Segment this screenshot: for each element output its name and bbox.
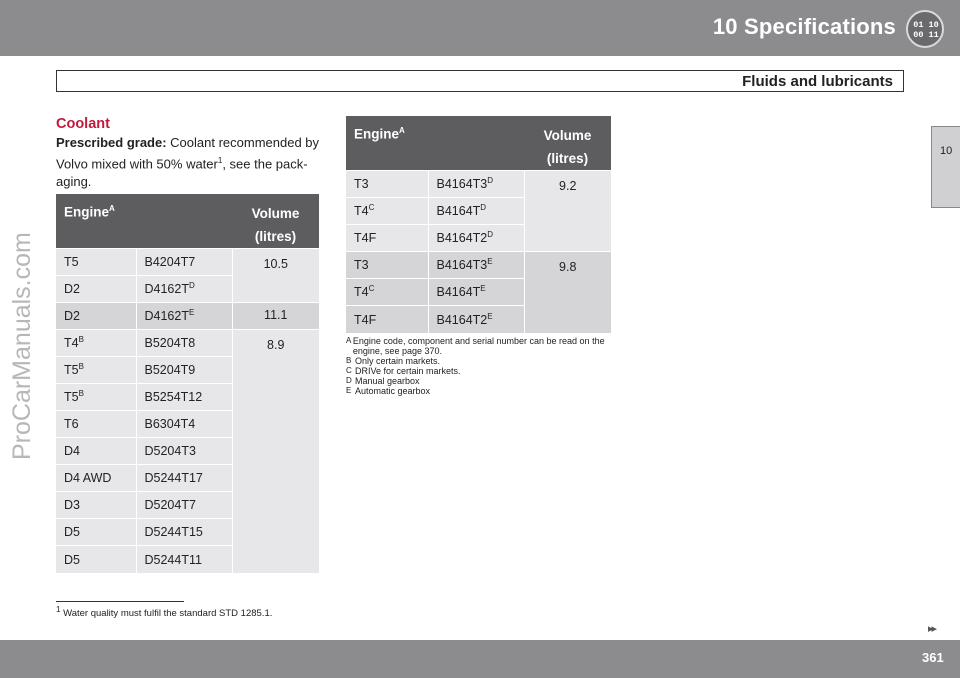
engine-model: T3 bbox=[346, 170, 429, 198]
section-title: Fluids and lubricants bbox=[742, 73, 893, 90]
engine-code: D5204T7 bbox=[136, 491, 233, 519]
table-footnotes: A Engine code, component and serial numbe… bbox=[346, 336, 616, 396]
engine-code: B5254T12 bbox=[136, 383, 233, 411]
footnote: E Automatic gearbox bbox=[346, 386, 431, 396]
prescribed-label: Prescribed grade: bbox=[56, 135, 167, 150]
chapter-icon: 01 10 00 11 bbox=[906, 10, 944, 48]
engine-model: D4 AWD bbox=[56, 464, 137, 492]
engine-model: D5 bbox=[56, 518, 137, 546]
engine-model: T3 bbox=[346, 251, 429, 279]
footer-bar: 361 bbox=[0, 640, 960, 678]
coolant-volume-table-right: EngineA Volume (litres) T3 B4164T3D 9.2 T… bbox=[346, 116, 611, 333]
engine-model: T4F bbox=[346, 224, 429, 252]
page-number: 361 bbox=[922, 650, 944, 665]
coolant-volume-table-left: EngineA Volume (litres) T5 B4204T7 10.5 D… bbox=[56, 194, 319, 573]
engine-code: B4164T2D bbox=[428, 224, 525, 252]
footnote: A Engine code, component and serial numbe… bbox=[346, 336, 605, 356]
next-page-arrows-icon[interactable]: ▸▸ bbox=[928, 622, 937, 635]
engine-code: D5244T11 bbox=[136, 545, 233, 573]
engine-model: D4 bbox=[56, 437, 137, 465]
chapter-side-tab[interactable]: 10 bbox=[931, 126, 960, 208]
engine-model: T6 bbox=[56, 410, 137, 438]
coolant-intro: Prescribed grade: Coolant recommended by… bbox=[56, 134, 326, 191]
chapter-header-bar: 10 Specifications 01 10 00 11 bbox=[0, 0, 960, 56]
engine-model: T5B bbox=[56, 383, 137, 411]
volume-value: 11.1 bbox=[232, 302, 319, 330]
engine-code: B4204T7 bbox=[136, 248, 233, 276]
coolant-heading: Coolant bbox=[56, 116, 110, 132]
table-row: T3 B4164T3D 9.2 bbox=[346, 170, 611, 252]
chapter-icon-line-1: 01 10 bbox=[913, 20, 939, 30]
engine-model: T4B bbox=[56, 329, 137, 357]
volume-value: 10.5 bbox=[232, 248, 319, 303]
volume-value: 9.2 bbox=[524, 170, 611, 252]
engine-code: D4162TE bbox=[136, 302, 233, 330]
chapter-icon-line-2: 00 11 bbox=[913, 30, 939, 40]
engine-code: B4164T3D bbox=[428, 170, 525, 198]
engine-code: B6304T4 bbox=[136, 410, 233, 438]
engine-model: D3 bbox=[56, 491, 137, 519]
engine-code: B5204T8 bbox=[136, 329, 233, 357]
engine-model: T4C bbox=[346, 278, 429, 306]
engine-code: D5204T3 bbox=[136, 437, 233, 465]
engine-code: B4164T3E bbox=[428, 251, 525, 279]
engine-code: B4164TE bbox=[428, 278, 525, 306]
chapter-side-tab-label: 10 bbox=[940, 145, 953, 157]
engine-header: EngineA bbox=[346, 116, 524, 171]
engine-code: B4164T2E bbox=[428, 305, 525, 333]
table-row: T4B B5204T8 8.9 bbox=[56, 329, 319, 573]
engine-model: T5B bbox=[56, 356, 137, 384]
footnote-divider bbox=[56, 601, 184, 602]
volume-header: Volume (litres) bbox=[524, 116, 611, 171]
volume-header: Volume (litres) bbox=[232, 194, 319, 249]
footnote: D Manual gearbox bbox=[346, 376, 420, 386]
table-row: T5 B4204T7 10.5 bbox=[56, 248, 319, 303]
engine-code: B5204T9 bbox=[136, 356, 233, 384]
volume-value: 8.9 bbox=[232, 329, 319, 573]
engine-model: T4C bbox=[346, 197, 429, 225]
table-row: D2 D4162TE 11.1 bbox=[56, 302, 319, 330]
footnote: B Only certain markets. bbox=[346, 356, 441, 366]
page-footnote: 1 Water quality must fulfil the standard… bbox=[56, 605, 273, 620]
engine-model: T5 bbox=[56, 248, 137, 276]
chapter-title: 10 Specifications bbox=[712, 14, 896, 39]
engine-code: D5244T15 bbox=[136, 518, 233, 546]
engine-model: D5 bbox=[56, 545, 137, 573]
engine-code: D4162TD bbox=[136, 275, 233, 303]
volume-value: 9.8 bbox=[524, 251, 611, 333]
engine-model: D2 bbox=[56, 302, 137, 330]
section-bar: Fluids and lubricants bbox=[56, 70, 904, 92]
engine-model: D2 bbox=[56, 275, 137, 303]
table-row: T3 B4164T3E 9.8 bbox=[346, 251, 611, 333]
engine-code: B4164TD bbox=[428, 197, 525, 225]
watermark: ProCarManuals.com bbox=[8, 232, 36, 460]
engine-header: EngineA bbox=[56, 194, 232, 249]
footnote: C DRIVe for certain markets. bbox=[346, 366, 461, 376]
engine-code: D5244T17 bbox=[136, 464, 233, 492]
engine-model: T4F bbox=[346, 305, 429, 333]
